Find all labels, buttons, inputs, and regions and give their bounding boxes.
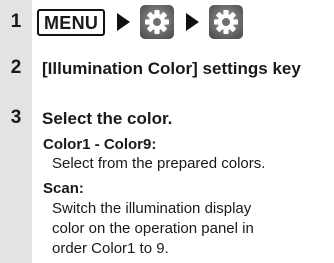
option-description-line: Switch the illumination display [52, 200, 252, 217]
option-description-line: Select from the prepared colors. [52, 155, 266, 172]
step-number-2: 2 [10, 57, 22, 78]
step-number-3: 3 [10, 107, 22, 128]
step-3-title: Select the color. [42, 109, 173, 128]
option-description-line: color on the operation panel in [52, 220, 254, 237]
menu-key-button: MENU [37, 8, 106, 36]
step-number-1: 1 [10, 11, 22, 32]
option-heading-color1-9: Color1 - Color9: [43, 136, 157, 153]
arrow-right-icon [117, 13, 131, 31]
option-description-line: order Color1 to 9. [52, 240, 169, 257]
settings-gear-icon [140, 5, 175, 39]
menu-path: MENU [37, 4, 244, 40]
option-heading-scan: Scan: [43, 180, 84, 197]
step-number-gutter [0, 0, 32, 263]
step-2-title: [Illumination Color] settings key [42, 59, 301, 78]
arrow-right-icon [186, 13, 200, 31]
settings-gear-icon [209, 5, 244, 39]
